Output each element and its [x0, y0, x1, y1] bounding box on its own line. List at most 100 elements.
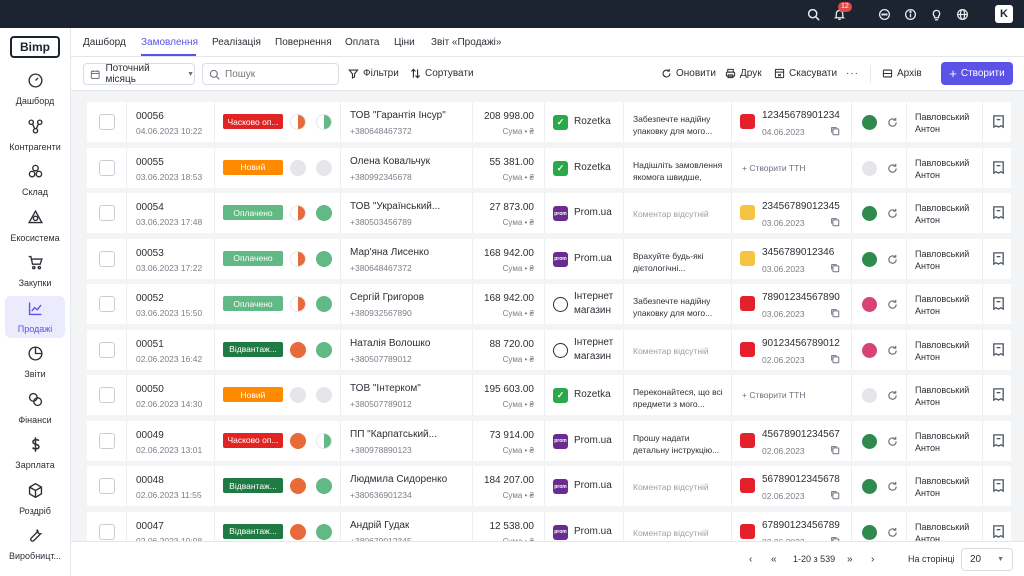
- receipt-icon[interactable]: [991, 433, 1006, 448]
- prev-page-icon[interactable]: ‹: [749, 554, 752, 565]
- order-number[interactable]: 00055: [136, 157, 164, 168]
- row-checkbox[interactable]: [99, 114, 115, 130]
- tab-dashboard[interactable]: Дашборд: [83, 37, 126, 48]
- refresh-icon[interactable]: [887, 345, 898, 356]
- table-row[interactable]: 00050 02.06.2023 14:30 Новий ТОВ "Інтерком"…: [87, 375, 1011, 415]
- refresh-icon[interactable]: [887, 390, 898, 401]
- ttn-number[interactable]: 67890123456789: [762, 520, 840, 531]
- client-name[interactable]: ПП "Карпатський...: [350, 429, 437, 440]
- order-number[interactable]: 00053: [136, 248, 164, 259]
- period-select[interactable]: Поточний місяць ▼: [83, 63, 195, 85]
- receipt-icon[interactable]: [991, 342, 1006, 357]
- table-row[interactable]: 00054 03.06.2023 17:48 Оплачено ТОВ "Україн…: [87, 193, 1011, 233]
- lightbulb-icon[interactable]: [929, 7, 943, 21]
- print-button[interactable]: Друк: [725, 68, 762, 79]
- info-icon[interactable]: [903, 7, 917, 21]
- receipt-icon[interactable]: [991, 296, 1006, 311]
- receipt-icon[interactable]: [991, 160, 1006, 175]
- client-name[interactable]: Людмила Сидоренко: [350, 474, 447, 485]
- ttn-number[interactable]: 23456789012345: [762, 201, 840, 212]
- ttn-number[interactable]: 78901234567890: [762, 292, 840, 303]
- row-checkbox[interactable]: [99, 159, 115, 176]
- search-box[interactable]: [202, 63, 339, 85]
- sidebar-item-pie[interactable]: Звіти: [5, 341, 65, 383]
- receipt-icon[interactable]: [991, 478, 1006, 493]
- create-ttn-button[interactable]: + Створити ТТН: [742, 390, 806, 400]
- refresh-icon[interactable]: [887, 254, 898, 265]
- tab-payment[interactable]: Оплата: [345, 37, 379, 48]
- copy-icon[interactable]: [830, 126, 840, 136]
- globe-icon[interactable]: [955, 7, 969, 21]
- sidebar-item-boxes[interactable]: Склад: [5, 159, 65, 201]
- order-number[interactable]: 00048: [136, 475, 164, 486]
- client-name[interactable]: Наталія Волошко: [350, 338, 430, 349]
- table-row[interactable]: 00055 03.06.2023 18:53 Новий Олена Ковальчу…: [87, 147, 1011, 188]
- status-badge[interactable]: Оплачено: [223, 205, 283, 220]
- order-number[interactable]: 00052: [136, 293, 164, 304]
- client-name[interactable]: Андрій Гудак: [350, 520, 409, 531]
- row-checkbox[interactable]: [99, 478, 115, 494]
- status-badge[interactable]: Новий: [223, 159, 283, 175]
- refresh-icon[interactable]: [887, 481, 898, 492]
- refresh-icon[interactable]: [887, 208, 898, 219]
- ttn-number[interactable]: 45678901234567: [762, 429, 840, 440]
- sidebar-item-wrench[interactable]: Виробницт...: [5, 523, 65, 565]
- status-badge[interactable]: Новий: [223, 387, 283, 402]
- client-name[interactable]: Сергій Григоров: [350, 292, 424, 303]
- row-checkbox[interactable]: [99, 250, 115, 267]
- cancel-button[interactable]: Скасувати: [774, 68, 837, 79]
- ttn-number[interactable]: 90123456789012: [762, 338, 840, 349]
- sidebar-item-ecosystem[interactable]: Екосистема: [5, 205, 65, 247]
- copy-icon[interactable]: [830, 354, 840, 364]
- row-checkbox[interactable]: [99, 296, 115, 312]
- row-checkbox[interactable]: [99, 432, 115, 449]
- tab-prices[interactable]: Ціни: [394, 37, 415, 48]
- refresh-icon[interactable]: [887, 117, 898, 128]
- table-row[interactable]: 00051 02.06.2023 16:42 Відвантаж... Наталія…: [87, 329, 1011, 370]
- copy-icon[interactable]: [830, 490, 840, 500]
- table-row[interactable]: 00053 03.06.2023 17:22 Оплачено Мар'яна Лис…: [87, 238, 1011, 279]
- client-name[interactable]: ТОВ "Український...: [350, 201, 440, 212]
- archive-button[interactable]: Архів: [882, 68, 922, 79]
- refresh-icon[interactable]: [887, 299, 898, 310]
- create-ttn-button[interactable]: + Створити ТТН: [742, 163, 806, 173]
- status-badge[interactable]: Відвантаж...: [223, 341, 283, 357]
- create-button[interactable]: + Створити: [941, 62, 1013, 85]
- order-number[interactable]: 00056: [136, 111, 164, 122]
- search-input[interactable]: [225, 68, 325, 80]
- sidebar-item-box[interactable]: Роздріб: [5, 478, 65, 520]
- status-badge[interactable]: Оплачено: [223, 250, 283, 266]
- client-name[interactable]: ТОВ "Інтерком": [350, 383, 421, 394]
- row-checkbox[interactable]: [99, 387, 115, 403]
- status-badge[interactable]: Часково оп...: [223, 432, 283, 448]
- table-row[interactable]: 00047 02.06.2023 10:08 Відвантаж... Андрій …: [87, 511, 1011, 541]
- row-checkbox[interactable]: [99, 205, 115, 221]
- receipt-icon[interactable]: [991, 205, 1006, 220]
- ttn-number[interactable]: 3456789012346: [762, 247, 834, 258]
- order-number[interactable]: 00054: [136, 202, 164, 213]
- brand-logo[interactable]: Bimp: [10, 36, 60, 58]
- status-badge[interactable]: Відвантаж...: [223, 523, 283, 539]
- receipt-icon[interactable]: [991, 524, 1006, 539]
- sidebar-item-gauge[interactable]: Дашборд: [5, 68, 65, 110]
- copy-icon[interactable]: [830, 308, 840, 318]
- tab-returns[interactable]: Повернення: [275, 37, 332, 48]
- next-page-icon[interactable]: ›: [871, 554, 874, 565]
- sidebar-item-coins[interactable]: Фінанси: [5, 387, 65, 429]
- status-badge[interactable]: Відвантаж...: [223, 478, 283, 493]
- table-row[interactable]: 00049 02.06.2023 13:01 Часково оп... ПП "Ка…: [87, 420, 1011, 461]
- order-number[interactable]: 00050: [136, 384, 164, 395]
- status-badge[interactable]: Оплачено: [223, 296, 283, 311]
- client-name[interactable]: Олена Ковальчук: [350, 156, 430, 167]
- sidebar-item-chart-line[interactable]: Продажі: [5, 295, 65, 338]
- more-options-icon[interactable]: ···: [846, 68, 859, 79]
- tab-realization[interactable]: Реалізація: [212, 37, 261, 48]
- refresh-icon[interactable]: [887, 436, 898, 447]
- receipt-icon[interactable]: [991, 387, 1006, 402]
- filters-button[interactable]: Фільтри: [348, 68, 399, 79]
- sidebar-item-network[interactable]: Контрагенти: [5, 114, 65, 156]
- refresh-button[interactable]: Оновити: [661, 68, 716, 79]
- table-row[interactable]: 00052 03.06.2023 15:50 Оплачено Сергій Григ…: [87, 284, 1011, 324]
- ttn-number[interactable]: 12345678901234: [762, 110, 840, 121]
- order-number[interactable]: 00051: [136, 339, 164, 350]
